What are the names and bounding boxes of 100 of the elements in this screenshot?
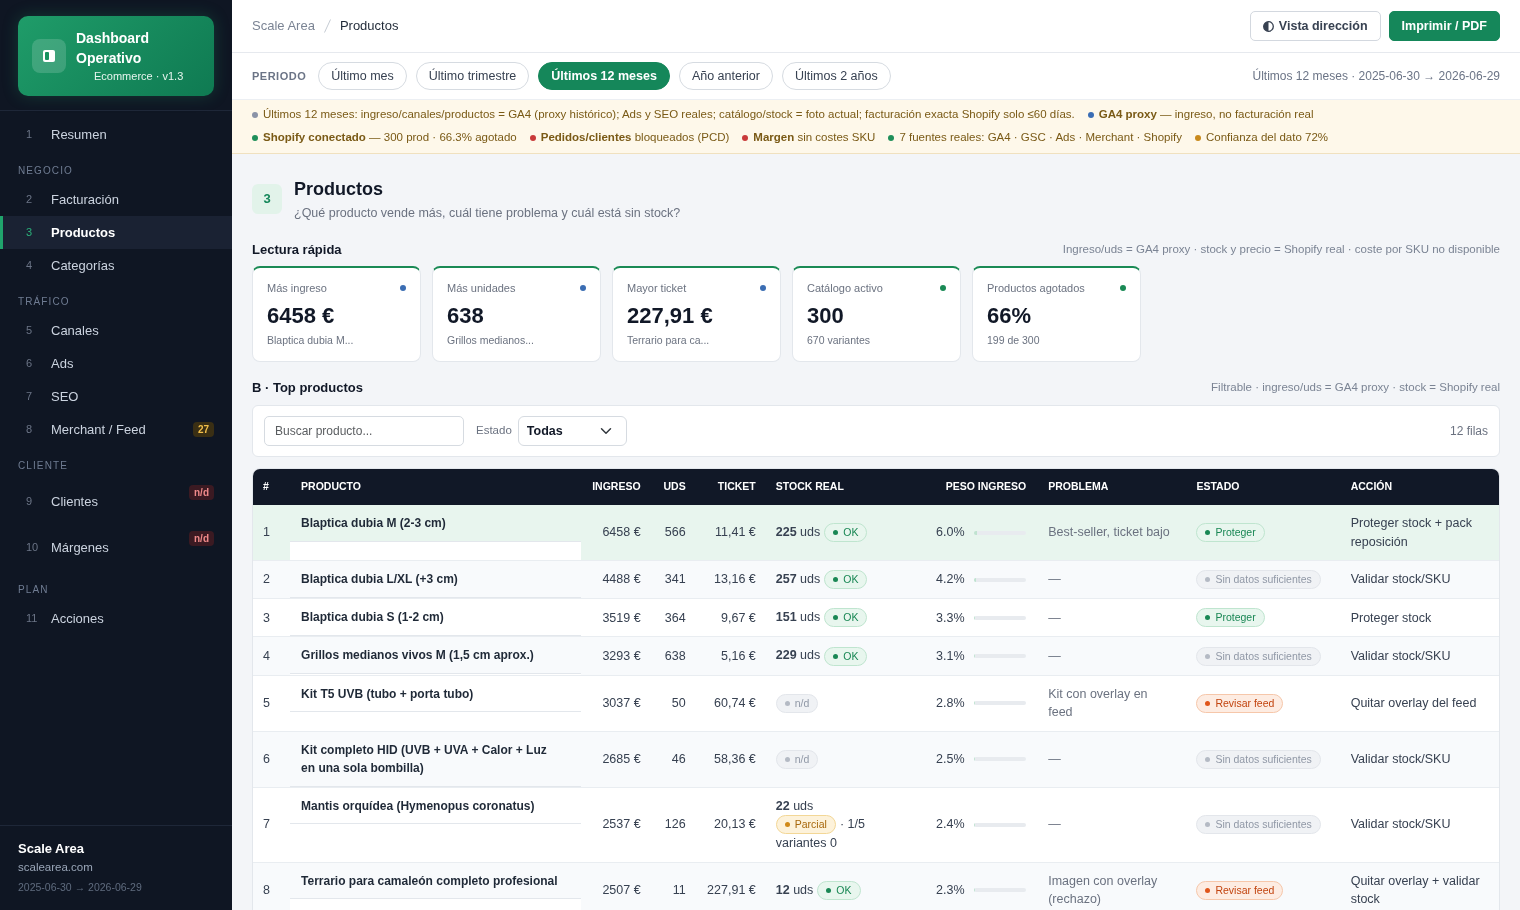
nav-item[interactable]: 6 Ads	[0, 347, 232, 380]
kpi-label: Más unidades	[447, 281, 516, 296]
dot-icon	[1205, 822, 1211, 828]
period-tab[interactable]: Último mes	[318, 62, 407, 90]
share-text: 4.2%	[936, 571, 965, 589]
dot-icon	[833, 615, 839, 621]
nav-number: 6	[26, 356, 34, 371]
column-header: ESTADO	[1184, 469, 1340, 505]
view-button[interactable]: Vista dirección	[1249, 11, 1381, 41]
nav-number: 7	[26, 389, 34, 404]
status-select[interactable]: Todas	[517, 416, 627, 446]
table-cell: 46	[650, 731, 696, 788]
period-tab[interactable]: Últimos 2 años	[782, 62, 891, 90]
block-note: Filtrable · ingreso/uds = GA4 proxy · stock = Shopify real	[1211, 380, 1500, 396]
kpi-detail: Grillos medianos...	[447, 333, 535, 347]
breadcrumb-link[interactable]: Scale Area	[252, 16, 315, 36]
nav-item[interactable]: 2 Facturación	[0, 183, 232, 216]
nav-item[interactable]: 9 Clientes n/d	[0, 478, 232, 524]
data-note: 7 fuentes reales: GA4 · GSC · Ads · Merchant · Shopify	[899, 129, 1182, 145]
status-text: n/d	[794, 695, 810, 711]
nav-item[interactable]: 4 Categorías	[0, 249, 232, 282]
kpi-value: 6458 €	[267, 302, 336, 330]
dot-icon	[1205, 577, 1211, 583]
stock-quantity: 229 uds	[775, 648, 821, 663]
share-text: 3.3%	[936, 609, 965, 627]
kpi-detail: Terrario para ca...	[627, 333, 711, 347]
status-text: Revisar feed	[1215, 695, 1275, 711]
column-header: PRODUCTO	[290, 469, 581, 505]
table-cell: 60,74 €	[695, 675, 766, 732]
status-text: OK	[843, 525, 859, 541]
table-cell: Validar stock/SKU	[1339, 637, 1499, 676]
table-cell: —	[1036, 731, 1185, 788]
status-text: Proteger	[1215, 610, 1256, 626]
table-cell: —	[1036, 787, 1185, 863]
contrast-icon	[1262, 20, 1274, 32]
slash-icon	[323, 19, 331, 33]
status-text: OK	[843, 648, 859, 664]
dot-icon	[784, 822, 790, 828]
product-name: Kit completo HID (UVB + UVA + Calor + Luz en una sola bombilla)	[290, 731, 581, 787]
kpi-value: 638	[447, 302, 485, 330]
status-text: OK	[836, 882, 852, 898]
count-badge: 27	[192, 422, 214, 437]
nav-section-heading: PLAN	[17, 583, 50, 597]
table-cell: 3037 €	[580, 675, 651, 732]
stock-detail: variantes 0	[775, 835, 838, 853]
print-button[interactable]: Imprimir / PDF	[1388, 11, 1500, 41]
nav-item[interactable]: 8 Merchant / Feed 27	[0, 413, 232, 446]
kpi-detail: 670 variantes	[807, 333, 872, 347]
nav-item[interactable]: 7 SEO	[0, 380, 232, 413]
data-note: Pedidos/clientes bloqueados (PCD)	[540, 129, 730, 145]
stock-quantity: 22 uds	[775, 798, 814, 813]
kpi-value: 227,91 €	[627, 302, 714, 330]
status-text: Revisar feed	[1215, 882, 1275, 898]
table-cell: Validar stock/SKU	[1339, 787, 1499, 863]
status-text: n/d	[794, 751, 810, 767]
share-text: 3.1%	[936, 647, 965, 665]
column-header: PESO INGRESO	[926, 469, 1037, 505]
stock-quantity: 257 uds	[775, 572, 821, 586]
nav-item[interactable]: 11 Acciones	[0, 602, 232, 635]
nav-item[interactable]: 3 Productos	[0, 216, 232, 249]
block-title: B · Top productos	[252, 379, 363, 397]
share-text: 6.0%	[936, 524, 965, 542]
table-cell: 2507 €	[580, 862, 651, 910]
table-cell: 2537 €	[580, 787, 651, 863]
breadcrumb-current: Productos	[339, 17, 399, 36]
share-text: 2.5%	[936, 750, 965, 768]
dot-icon	[1205, 653, 1211, 659]
search-field[interactable]: Buscar producto...	[264, 416, 464, 446]
nav-number: 4	[26, 258, 34, 273]
nav-section-heading: NEGOCIO	[17, 164, 74, 178]
kpi-label: Catálogo activo	[807, 281, 883, 296]
kpi-detail: Blaptica dubia M...	[267, 333, 355, 347]
nav-item[interactable]: 5 Canales	[0, 314, 232, 347]
period-tab[interactable]: Último trimestre	[415, 62, 530, 90]
table-cell: 5,16 €	[695, 637, 766, 676]
nav-number: 3	[26, 225, 34, 240]
share-text: 2.4%	[936, 816, 965, 834]
dot-icon	[1205, 615, 1211, 621]
filter-label: Estado	[476, 423, 512, 439]
column-header: PROBLEMA	[1036, 469, 1185, 505]
dot-icon	[833, 653, 839, 659]
dot-icon	[1205, 700, 1211, 706]
dot-icon	[784, 756, 790, 762]
block-title: Lectura rápida	[252, 241, 342, 259]
nav-number: 1	[26, 127, 34, 142]
nav-item[interactable]: 1 Resumen	[0, 118, 232, 151]
nav-number: 10	[26, 539, 40, 555]
nav-item[interactable]: 10 Márgenes n/d	[0, 524, 232, 570]
table-cell: Quitar overlay del feed	[1339, 675, 1499, 732]
table-cell: 11	[650, 862, 696, 910]
period-tab[interactable]: Año anterior	[678, 62, 773, 90]
kpi-detail: 199 de 300	[987, 333, 1041, 347]
block-note: Ingreso/uds = GA4 proxy · stock y precio = Shopify real · coste por SKU no disponible	[1062, 242, 1500, 258]
panel-icon	[32, 39, 66, 73]
table-cell: Validar stock/SKU	[1339, 731, 1499, 788]
count-badge: n/d	[189, 531, 214, 546]
period-label: PERIODO	[252, 68, 307, 84]
kpi-value: 300	[807, 302, 845, 330]
stock-detail: · 1/5	[839, 816, 865, 834]
period-tab[interactable]: Últimos 12 meses	[538, 62, 670, 90]
